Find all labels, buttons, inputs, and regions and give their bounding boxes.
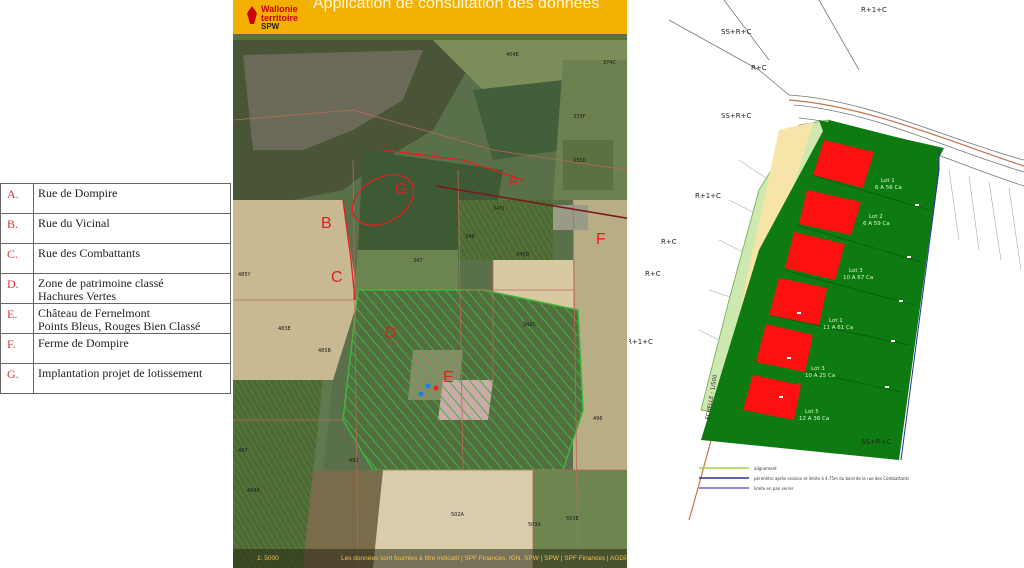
zone-label: R+C [661, 238, 677, 246]
zone-label: R+1+C [861, 6, 887, 14]
lot-area: 10 A 67 Ca [843, 275, 873, 281]
plan-legend-label: alignement [754, 466, 777, 471]
zone-label: SS+R+C [861, 438, 891, 446]
lot-name: Lot 1 [881, 178, 895, 184]
lot-area: 10 A 25 Ca [805, 373, 835, 379]
lot-name: Lot 3 [811, 366, 825, 372]
lotissement-plan[interactable]: Lot 1 6 A 56 Ca Lot 2 6 A 59 Ca Lot 3 10… [629, 0, 1024, 568]
lot-name: Lot 5 [805, 409, 819, 415]
lot-name: Lot 1 [829, 318, 843, 324]
zone-label: R+1+C [629, 338, 653, 346]
zone-label: R+C [751, 64, 767, 72]
lot-area: 12 A 38 Ca [799, 416, 829, 422]
plan-legend-label: limite en pan serrer [754, 486, 794, 491]
zone-label: R+C [645, 270, 661, 278]
plan-canvas: Lot 1 6 A 56 Ca Lot 2 6 A 59 Ca Lot 3 10… [629, 0, 1024, 521]
lot-name: Lot 3 [849, 268, 863, 274]
zone-label: R+1+C [695, 192, 721, 200]
lot-area: 6 A 56 Ca [875, 185, 902, 191]
lot-name: Lot 2 [869, 214, 883, 220]
zone-label: SS+R+C [721, 112, 751, 120]
zone-label: SS+R+C [721, 28, 751, 36]
lot-area: 11 A 61 Ca [823, 325, 853, 331]
plan-legend-label: périmètre après cession et limite à 4,75… [754, 476, 909, 481]
lot-area: 6 A 59 Ca [863, 221, 890, 227]
